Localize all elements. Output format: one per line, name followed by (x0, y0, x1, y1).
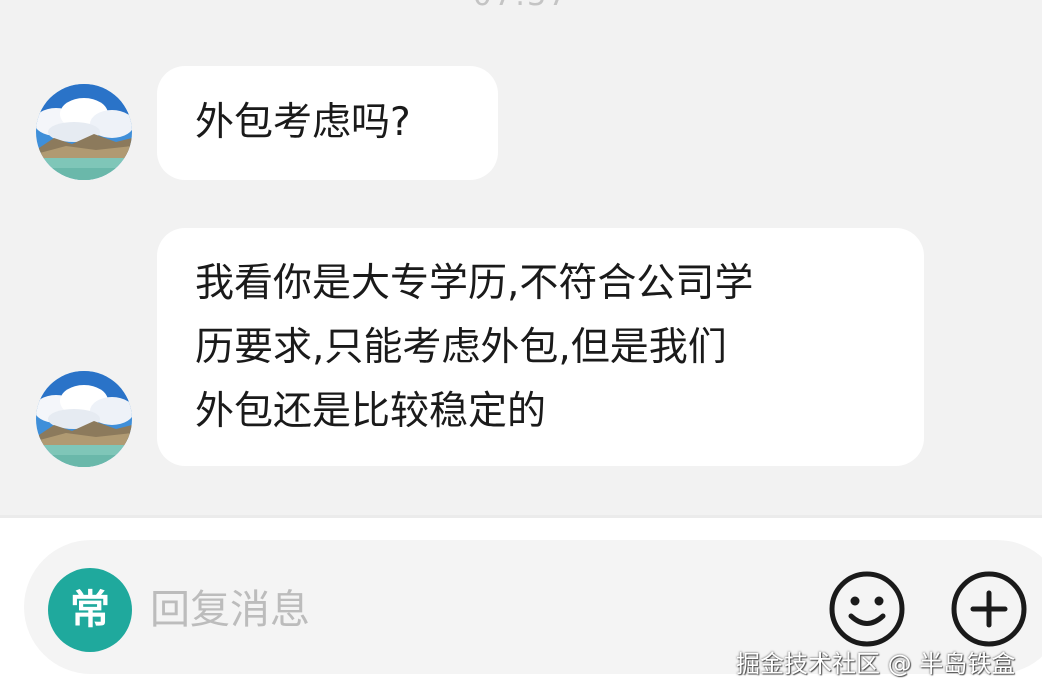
quick-reply-button[interactable]: 常 (48, 568, 132, 652)
chat-area: 07:37 外包考虑吗? (0, 0, 1042, 515)
landscape-avatar-icon (36, 84, 132, 180)
sender-avatar[interactable] (36, 84, 132, 180)
emoji-button[interactable] (827, 569, 907, 649)
smiley-icon (829, 571, 905, 647)
message-timestamp: 07:37 (0, 0, 1042, 13)
plus-circle-icon (951, 571, 1027, 647)
message-line: 我看你是大专学历,不符合公司学 (195, 261, 754, 306)
message-text: 外包考虑吗? (195, 100, 411, 145)
message-line: 外包还是比较稳定的 (195, 389, 547, 434)
message-line: 历要求,只能考虑外包,但是我们 (195, 325, 727, 370)
more-button[interactable] (949, 569, 1029, 649)
message-bubble[interactable]: 我看你是大专学历,不符合公司学 历要求,只能考虑外包,但是我们 外包还是比较稳定… (157, 228, 924, 466)
sender-avatar[interactable] (36, 371, 132, 467)
message-bubble[interactable]: 外包考虑吗? (157, 66, 498, 180)
landscape-avatar-icon (36, 371, 132, 467)
message-text: 我看你是大专学历,不符合公司学 历要求,只能考虑外包,但是我们 外包还是比较稳定… (195, 252, 895, 444)
watermark-text: 掘金技术社区 @ 半岛铁盒 (736, 650, 1016, 678)
reply-input-placeholder[interactable]: 回复消息 (150, 580, 310, 640)
